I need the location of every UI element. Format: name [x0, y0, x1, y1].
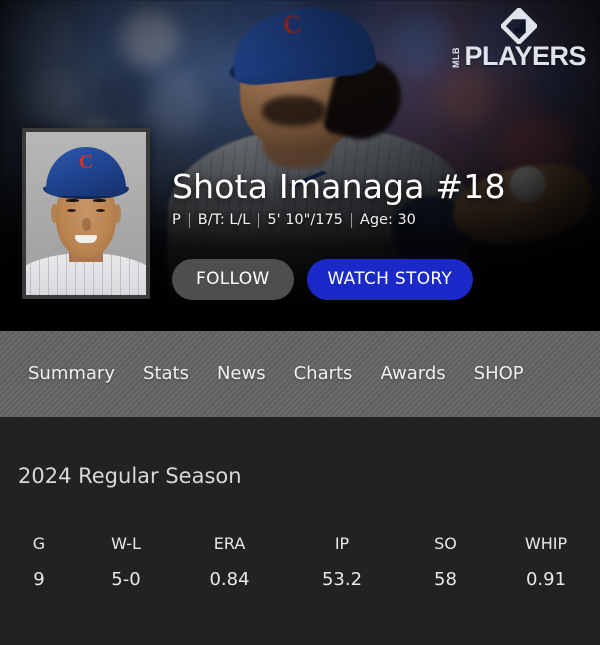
- meta-divider: [188, 212, 190, 228]
- follow-button[interactable]: FOLLOW: [172, 259, 294, 300]
- player-profile-screen: C MLB PLAYERS: [0, 0, 600, 645]
- stat-value-g: 9: [33, 569, 45, 590]
- watch-story-button[interactable]: WATCH STORY: [306, 259, 474, 300]
- meta-divider: [350, 212, 352, 228]
- logo-players-text: PLAYERS: [464, 41, 586, 72]
- col-header-ip: IP: [334, 534, 350, 553]
- season-stats-table: G W-L ERA IP SO WHIP 9 5-0 0.84 53.2 58 …: [0, 527, 600, 599]
- tab-summary[interactable]: Summary: [14, 359, 129, 389]
- col-header-wl: W-L: [111, 534, 141, 553]
- col-header-g: G: [32, 534, 46, 553]
- mlb-players-logo: MLB PLAYERS: [451, 8, 586, 72]
- meta-divider: [258, 212, 260, 228]
- page-title: Shota Imanaga #18: [172, 167, 506, 206]
- hero-action-buttons: FOLLOW WATCH STORY: [172, 259, 474, 300]
- section-tabs: Summary Stats News Charts Awards SHOP: [0, 331, 600, 417]
- hero-banner: C MLB PLAYERS: [0, 0, 600, 331]
- tab-awards[interactable]: Awards: [366, 359, 459, 389]
- stat-value-whip: 0.91: [525, 569, 567, 590]
- player-identity: Shota Imanaga #18 P B/T: L/L 5' 10"/175 …: [172, 167, 506, 228]
- player-meta-row: P B/T: L/L 5' 10"/175 Age: 30: [172, 211, 506, 228]
- season-heading: 2024 Regular Season: [18, 464, 242, 488]
- col-header-whip: WHIP: [524, 534, 568, 553]
- tab-stats[interactable]: Stats: [129, 359, 203, 389]
- player-headshot[interactable]: C: [22, 128, 150, 299]
- stat-value-wl: 5-0: [111, 569, 141, 590]
- cubs-logo-icon: C: [78, 150, 94, 173]
- stats-section: 2024 Regular Season G W-L ERA IP SO WHIP…: [0, 417, 600, 645]
- col-header-so: SO: [434, 534, 457, 553]
- stat-value-era: 0.84: [209, 569, 250, 590]
- diamond-icon: [501, 8, 538, 44]
- player-height-weight: 5' 10"/175: [267, 211, 343, 228]
- table-header-row: G W-L ERA IP SO WHIP: [0, 527, 600, 561]
- tab-charts[interactable]: Charts: [280, 359, 367, 389]
- logo-mlb-text: MLB: [451, 47, 462, 68]
- table-row: 9 5-0 0.84 53.2 58 0.91: [0, 561, 600, 599]
- player-bats-throws: B/T: L/L: [197, 211, 251, 228]
- col-header-era: ERA: [213, 534, 246, 553]
- tab-shop[interactable]: SHOP: [460, 359, 534, 389]
- tab-news[interactable]: News: [203, 359, 280, 389]
- player-position: P: [172, 211, 181, 228]
- stat-value-so: 58: [434, 569, 457, 590]
- player-age: Age: 30: [359, 211, 416, 228]
- stat-value-ip: 53.2: [321, 569, 363, 590]
